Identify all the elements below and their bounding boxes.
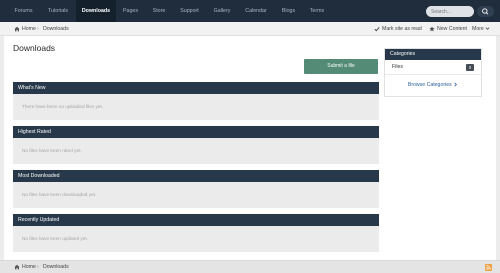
search-input[interactable] [426, 6, 474, 17]
page-title: Downloads [13, 43, 56, 53]
nav-item-pages[interactable]: Pages [116, 0, 145, 22]
panel-title: Most Downloaded [13, 170, 379, 182]
category-label: Files [392, 64, 403, 70]
categories-title: Categories [385, 49, 481, 60]
check-icon [374, 26, 380, 32]
empty-message: There have been no uploaded files yet. [13, 94, 379, 120]
panel-highest-rated: Highest Rated No files have been rated y… [13, 126, 379, 164]
nav-item-blogs[interactable]: Blogs [274, 0, 303, 22]
chevron-down-icon [485, 27, 490, 30]
submit-file-button[interactable]: Submit a file [304, 59, 378, 74]
breadcrumb: Home › Downloads Mark site as read New C… [0, 22, 500, 36]
breadcrumb-separator: › [37, 26, 39, 32]
nav-item-tutorials[interactable]: Tutorials [40, 0, 76, 22]
footer-breadcrumb-home[interactable]: Home [14, 261, 36, 273]
nav-item-downloads[interactable]: Downloads [76, 0, 116, 22]
empty-message: No files have been rated yet. [13, 138, 379, 164]
nav-item-gallery[interactable]: Gallery [206, 0, 238, 22]
search-icon [482, 8, 489, 15]
empty-message: No files have been downloaded yet. [13, 182, 379, 208]
rss-icon[interactable] [485, 264, 492, 271]
panel-most-downloaded: Most Downloaded No files have been downl… [13, 170, 379, 208]
browse-categories-link[interactable]: Browse Categories [385, 75, 481, 95]
home-icon [14, 26, 20, 32]
nav-item-terms[interactable]: Terms [303, 0, 331, 22]
breadcrumb-current: Downloads [43, 26, 69, 32]
panel-title: Highest Rated [13, 126, 379, 138]
footer-breadcrumb-current: Downloads [43, 264, 69, 270]
panel-title: What's New [13, 82, 379, 94]
empty-message: No files have been updated yet. [13, 226, 379, 252]
more-menu[interactable]: More [472, 22, 490, 36]
breadcrumb-home[interactable]: Home [14, 22, 36, 36]
category-count-badge: 0 [466, 64, 474, 71]
new-content-link[interactable]: New Content [429, 22, 467, 36]
star-icon [429, 26, 435, 32]
panel-whats-new: What's New There have been no uploaded f… [13, 82, 379, 120]
categories-widget: Categories Files 0 Browse Categories [384, 48, 482, 97]
category-item-files[interactable]: Files 0 [385, 60, 481, 75]
nav-item-store[interactable]: Store [145, 0, 173, 22]
search-button[interactable] [477, 6, 494, 17]
panel-title: Recently Updated [13, 214, 379, 226]
footer-breadcrumb-separator: › [37, 264, 39, 270]
home-icon [14, 264, 20, 270]
footer-breadcrumb: Home › Downloads [0, 260, 500, 273]
nav-item-calendar[interactable]: Calendar [238, 0, 274, 22]
panel-recently-updated: Recently Updated No files have been upda… [13, 214, 379, 252]
nav-item-support[interactable]: Support [173, 0, 206, 22]
top-navigation: Forums Tutorials Downloads Pages Store S… [0, 0, 500, 22]
main-content: Downloads Submit a file What's New There… [4, 36, 496, 260]
nav-item-forums[interactable]: Forums [8, 0, 39, 22]
rss-glyph [486, 265, 491, 270]
chevron-right-icon [454, 82, 458, 87]
mark-site-read-link[interactable]: Mark site as read [374, 22, 422, 36]
